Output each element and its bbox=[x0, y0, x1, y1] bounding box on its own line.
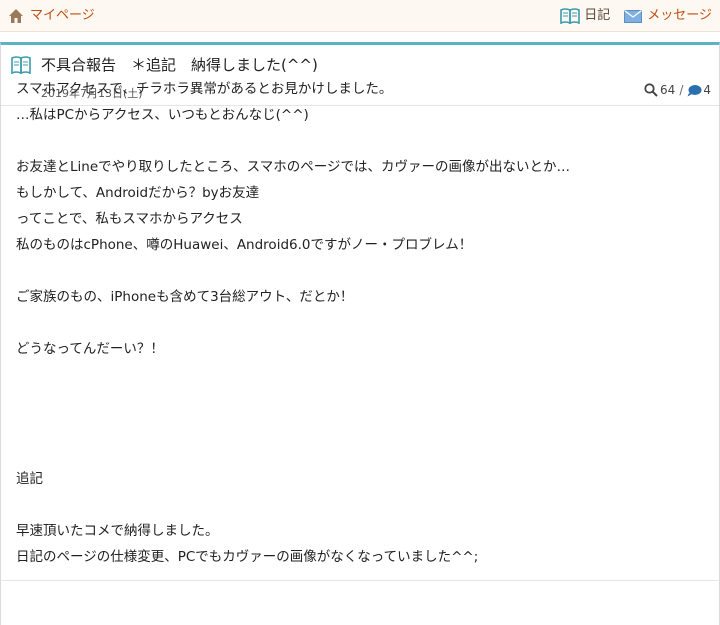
body-line: 私のものはcPhone、噂のHuawei、Android6.0ですがノー・プロブ… bbox=[16, 237, 473, 253]
mypage-link[interactable]: マイページ bbox=[8, 6, 95, 26]
body-line: もしかして、Androidだから？byお友達 bbox=[16, 185, 260, 201]
body-line: スマホアクセスで、チラホラ異常があるとお見かけしました。 bbox=[16, 81, 393, 97]
home-icon bbox=[9, 9, 23, 23]
body-line: ってことで、私もスマホからアクセス bbox=[16, 211, 243, 227]
diary-link[interactable]: 日記 bbox=[560, 6, 610, 26]
book-icon bbox=[560, 8, 581, 24]
body-line: 追記 bbox=[16, 471, 43, 487]
entry-title: 不具合報告 ＊追記 納得しました(^^) bbox=[41, 56, 318, 74]
top-navigation-bar: マイページ 日記 メッセージ bbox=[0, 0, 720, 32]
body-line bbox=[16, 414, 706, 440]
divider bbox=[0, 580, 720, 581]
body-line: 早速頂いたコメで納得しました。 bbox=[16, 523, 219, 539]
body-line bbox=[16, 128, 706, 154]
body-line bbox=[16, 388, 706, 414]
body-line: 日記のページの仕様変更、PCでもカヴァーの画像がなくなっていました^^; bbox=[16, 549, 479, 565]
mail-icon bbox=[624, 9, 643, 23]
diary-label: 日記 bbox=[584, 8, 611, 23]
body-line bbox=[16, 310, 706, 336]
entry-body: スマホアクセスで、チラホラ異常があるとお見かけしました。 …私はPCからアクセス… bbox=[16, 76, 706, 570]
message-link[interactable]: メッセージ bbox=[624, 6, 712, 26]
body-line: ご家族のもの、iPhoneも含めて3台総アウト、だとか！ bbox=[16, 289, 354, 305]
body-line bbox=[16, 258, 706, 284]
body-line: どうなってんだーい？！ bbox=[16, 341, 164, 357]
mypage-label: マイページ bbox=[30, 8, 95, 23]
body-line bbox=[16, 362, 706, 388]
body-line bbox=[16, 440, 706, 466]
book-icon bbox=[11, 55, 31, 74]
message-label: メッセージ bbox=[647, 8, 712, 23]
body-line: …私はPCからアクセス、いつもとおんなじ(^^) bbox=[16, 107, 309, 123]
body-line: お友達とLineでやり取りしたところ、スマホのページでは、カヴァーの画像が出ない… bbox=[16, 159, 570, 175]
body-line bbox=[16, 492, 706, 518]
